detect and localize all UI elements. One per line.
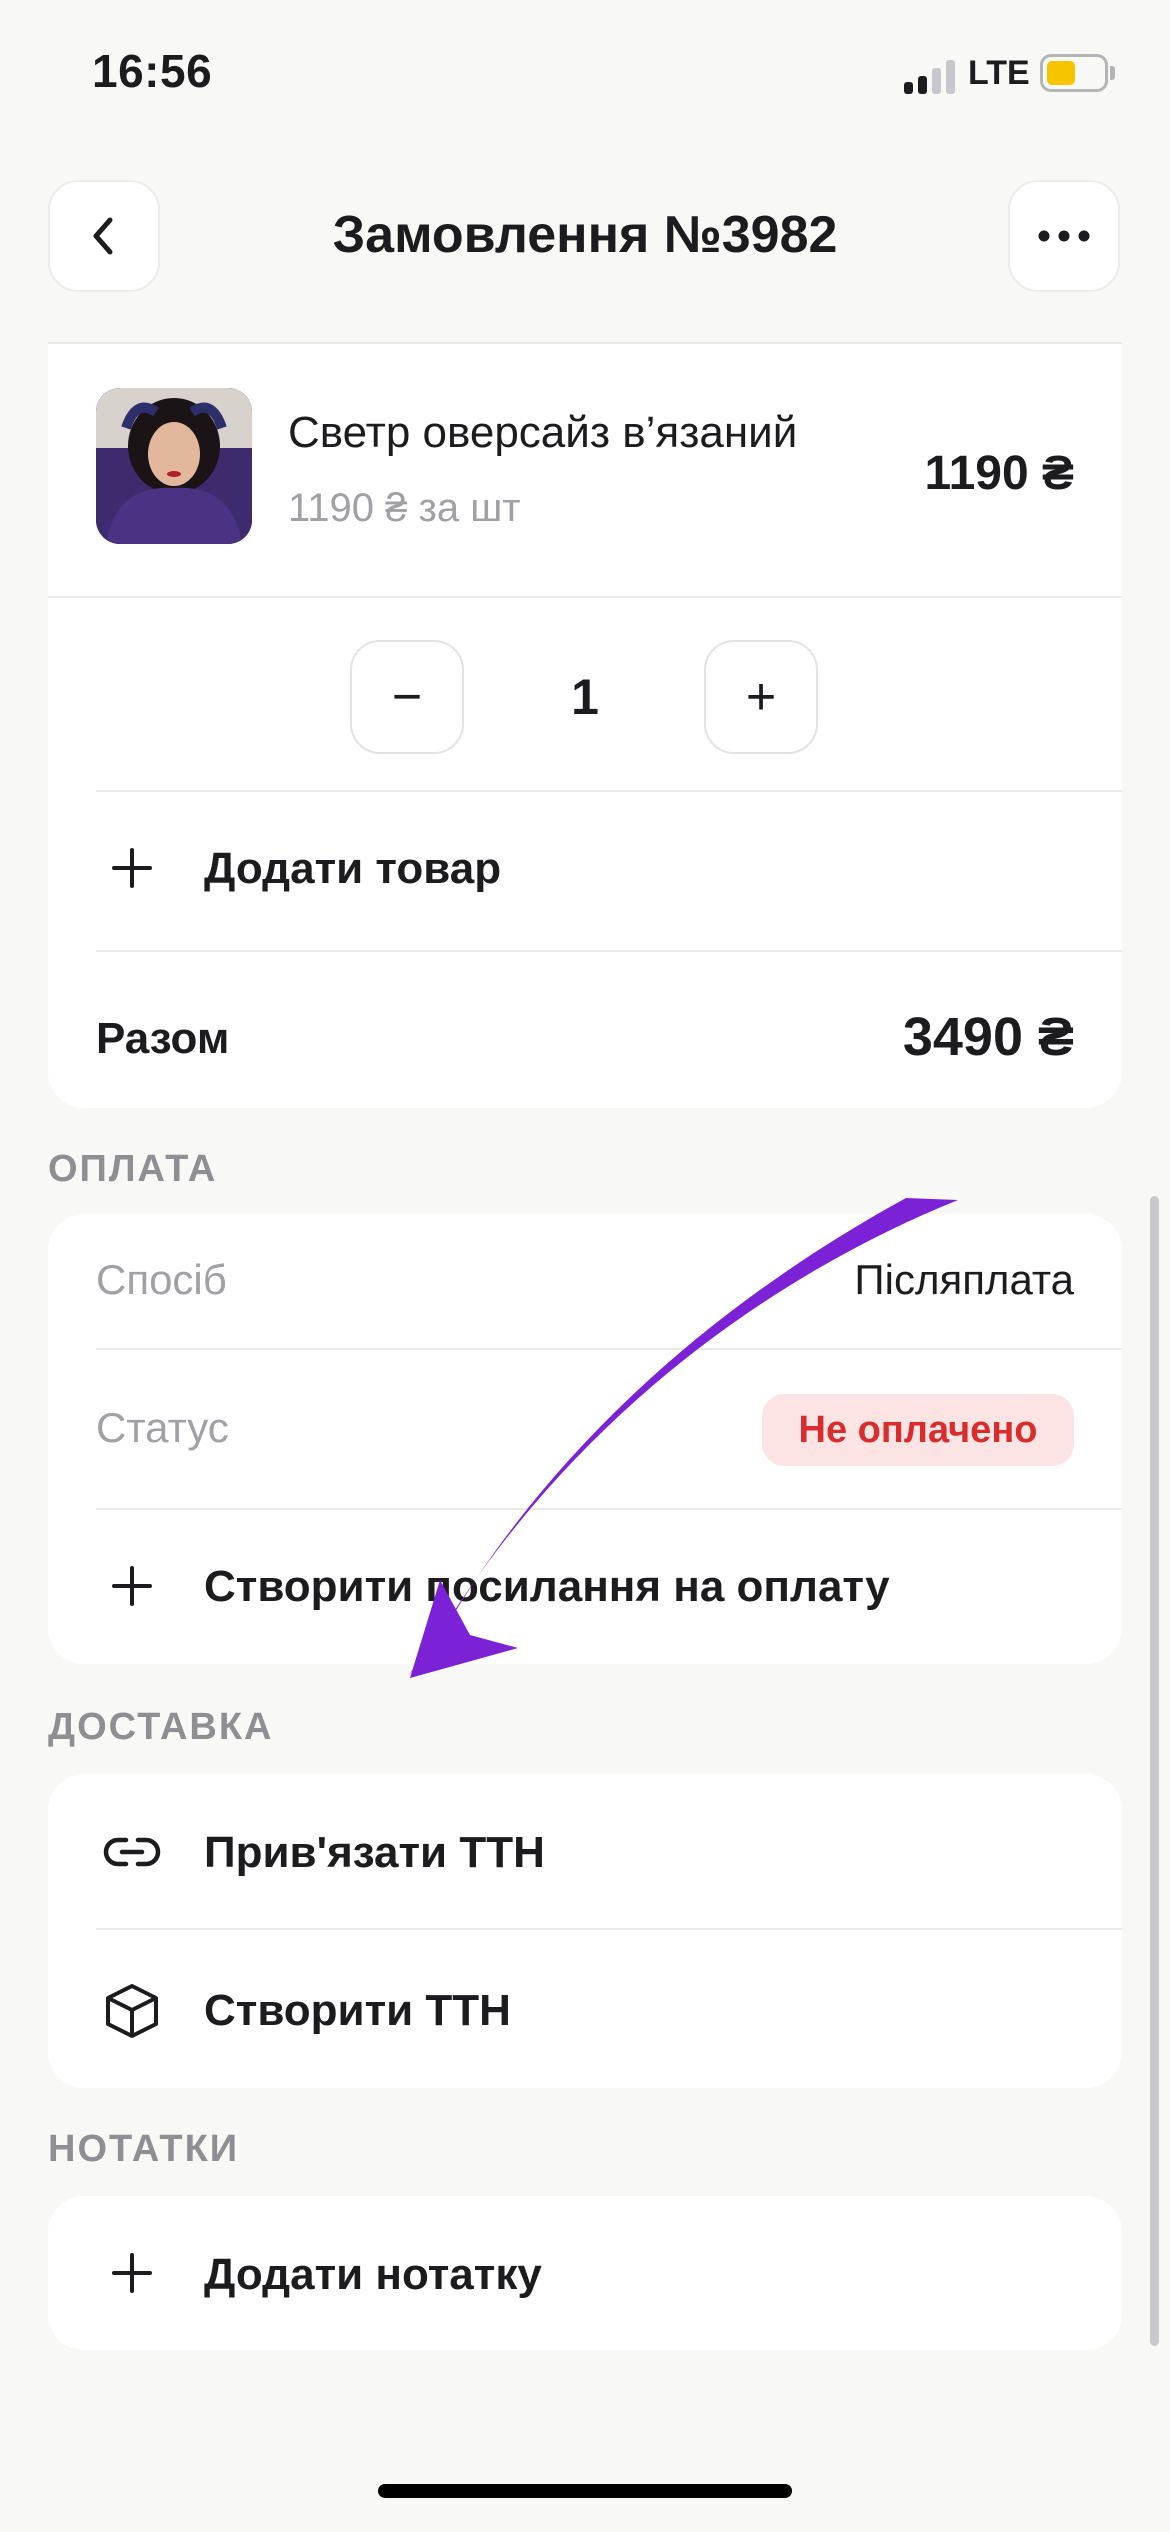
product-name[interactable]: Светр оверсайз в’язаний [288,408,797,458]
add-item-label: Додати товар [204,844,502,893]
status-time: 16:56 [92,45,213,97]
page-title: Замовлення №3982 [332,206,838,264]
add-item-row[interactable]: Додати товар [48,792,1122,944]
decrement-button[interactable]: − [350,640,464,754]
payment-card: Спосіб Післяплата Статус Не оплачено Ств… [48,1214,1122,1664]
notes-section-title: НОТАТКИ [48,2128,240,2170]
product-image[interactable] [96,388,252,544]
plus-icon [112,2253,152,2293]
home-indicator[interactable] [378,2484,792,2498]
package-icon [106,1984,158,2038]
total-label: Разом [96,1014,230,1063]
link-ttn-row[interactable]: Прив'язати ТТН [48,1774,1122,1928]
delivery-section-title: ДОСТАВКА [48,1706,274,1748]
divider [48,342,1122,344]
divider [96,950,1122,952]
create-payment-link-label: Створити посилання на оплату [204,1562,890,1611]
scrollbar[interactable] [1150,1196,1159,2346]
plus-icon [112,1566,152,1606]
payment-status-label: Статус [96,1404,229,1451]
order-items-card: Светр оверсайз в’язаний 1190 ₴ за шт 119… [48,342,1122,1108]
total-value: 3490 ₴ [902,1007,1074,1067]
signal-icon [904,58,958,94]
add-note-label: Додати нотатку [204,2250,542,2299]
quantity-value: 1 [571,669,599,725]
product-unit-price: 1190 ₴ за шт [288,486,521,530]
more-button[interactable] [1008,180,1120,292]
payment-section-title: ОПЛАТА [48,1148,218,1190]
status-bar: 16:56 LTE [0,0,1170,150]
delivery-card: Прив'язати ТТН Створити ТТН [48,1774,1122,2088]
minus-icon: − [391,668,423,726]
plus-icon [112,848,152,888]
order-screen: 16:56 LTE Замовлення №3982 Светр оверсай… [0,0,1170,2532]
more-horizontal-icon [1038,230,1090,242]
create-payment-link-row[interactable]: Створити посилання на оплату [48,1510,1122,1664]
product-price: 1190 ₴ [924,447,1074,500]
battery-icon [1040,54,1108,92]
create-ttn-row[interactable]: Створити ТТН [48,1930,1122,2088]
divider [48,596,1122,598]
payment-method-label: Спосіб [96,1256,227,1303]
increment-button[interactable]: + [704,640,818,754]
plus-icon: + [745,668,777,726]
link-ttn-label: Прив'язати ТТН [204,1828,545,1877]
payment-status-badge: Не оплачено [762,1394,1074,1466]
notes-card: Додати нотатку [48,2196,1122,2350]
add-note-row[interactable]: Додати нотатку [48,2196,1122,2350]
divider [96,1348,1122,1350]
network-type: LTE [968,54,1030,92]
create-ttn-label: Створити ТТН [204,1986,511,2035]
link-icon [103,1837,161,1867]
battery-cap [1110,66,1115,80]
payment-method-value[interactable]: Післяплата [854,1256,1074,1304]
